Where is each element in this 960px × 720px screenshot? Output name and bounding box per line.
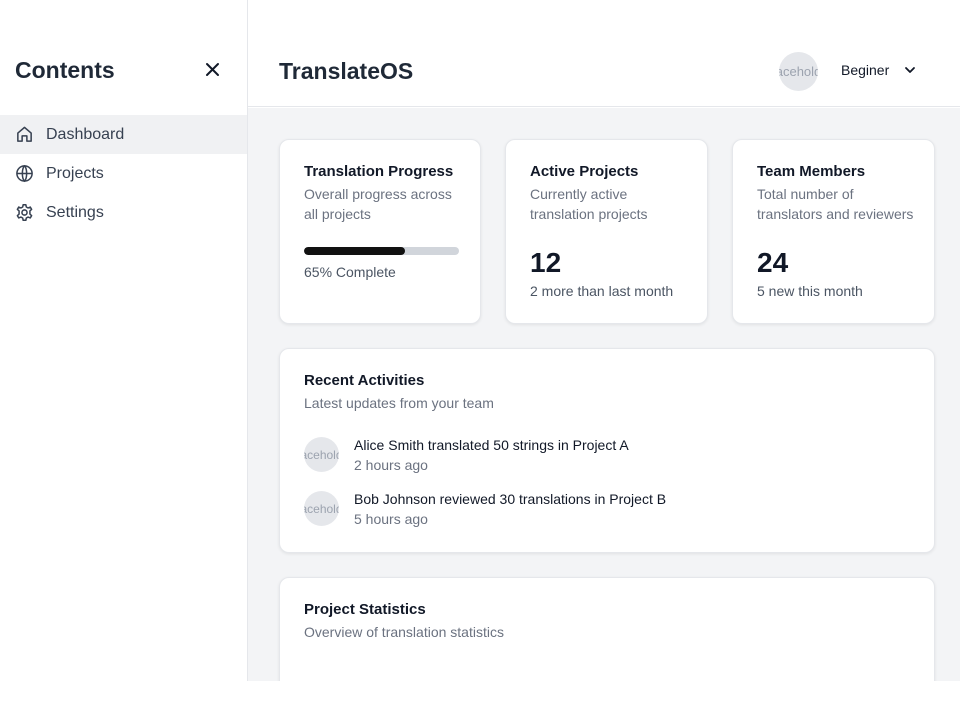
avatar: Placeholder	[304, 437, 339, 472]
team-members-card: Team Members Total number of translators…	[732, 139, 935, 324]
active-projects-count: 12	[530, 247, 562, 278]
sidebar-item-label: Projects	[46, 164, 104, 182]
sidebar-item-dashboard[interactable]: Dashboard	[0, 115, 247, 154]
activity-item: Placeholder Bob Johnson reviewed 30 tran…	[304, 491, 904, 531]
top-bar: TranslateOS Placeholder Beginer	[248, 0, 960, 107]
activity-text: Alice Smith translated 50 strings in Pro…	[354, 437, 629, 453]
progress-bar	[304, 247, 459, 255]
active-projects-note: 2 more than last month	[530, 283, 674, 299]
translation-progress-card: Translation Progress Overall progress ac…	[279, 139, 481, 324]
sidebar-item-label: Dashboard	[46, 125, 125, 143]
team-members-note: 5 new this month	[757, 283, 863, 299]
sidebar-item-label: Settings	[46, 203, 104, 221]
avatar-placeholder-text: Placeholder	[304, 447, 339, 462]
globe-icon	[15, 164, 34, 183]
avatar: Placeholder	[304, 491, 339, 526]
activity-time: 2 hours ago	[354, 457, 428, 473]
close-icon	[206, 63, 219, 76]
app-title: TranslateOS	[279, 58, 414, 84]
recent-activities-card: Recent Activities Latest updates from yo…	[279, 348, 935, 553]
activity-time: 5 hours ago	[354, 511, 428, 527]
sidebar: Contents Dashboard Projects Settings	[0, 0, 248, 681]
active-projects-card: Active Projects Currently active transla…	[505, 139, 708, 324]
progress-label: 65% Complete	[304, 264, 396, 280]
avatar[interactable]: Placeholder	[779, 52, 818, 91]
avatar-placeholder-text: Placeholder	[779, 64, 818, 79]
sidebar-item-projects[interactable]: Projects	[0, 154, 247, 193]
user-level-label: Beginer	[841, 62, 890, 78]
avatar-placeholder-text: Placeholder	[304, 501, 339, 516]
main-content: Translation Progress Overall progress ac…	[248, 108, 960, 681]
card-title: Recent Activities	[304, 372, 425, 389]
card-title: Project Statistics	[304, 601, 426, 618]
sidebar-nav: Dashboard Projects Settings	[0, 115, 247, 232]
activity-text: Bob Johnson reviewed 30 translations in …	[354, 491, 667, 507]
card-title: Translation Progress	[304, 163, 454, 180]
team-members-count: 24	[757, 247, 789, 278]
sidebar-title: Contents	[15, 57, 115, 83]
sidebar-header: Contents	[15, 56, 233, 86]
sidebar-item-settings[interactable]: Settings	[0, 193, 247, 232]
chevron-down-icon	[903, 63, 917, 77]
card-title: Active Projects	[530, 163, 639, 180]
gear-icon	[15, 203, 34, 222]
card-description: Currently active translation projects	[530, 186, 648, 222]
progress-bar-fill	[304, 247, 405, 255]
close-sidebar-button[interactable]	[203, 60, 223, 80]
project-statistics-card: Project Statistics Overview of translati…	[279, 577, 935, 681]
card-title: Team Members	[757, 163, 866, 180]
user-level-dropdown[interactable]: Beginer	[841, 62, 917, 78]
card-description: Overall progress across all projects	[304, 186, 452, 222]
card-description: Latest updates from your team	[304, 395, 494, 411]
card-description: Total number of translators and reviewer…	[757, 186, 914, 222]
home-icon	[15, 125, 34, 144]
activity-item: Placeholder Alice Smith translated 50 st…	[304, 437, 904, 477]
card-description: Overview of translation statistics	[304, 624, 504, 640]
